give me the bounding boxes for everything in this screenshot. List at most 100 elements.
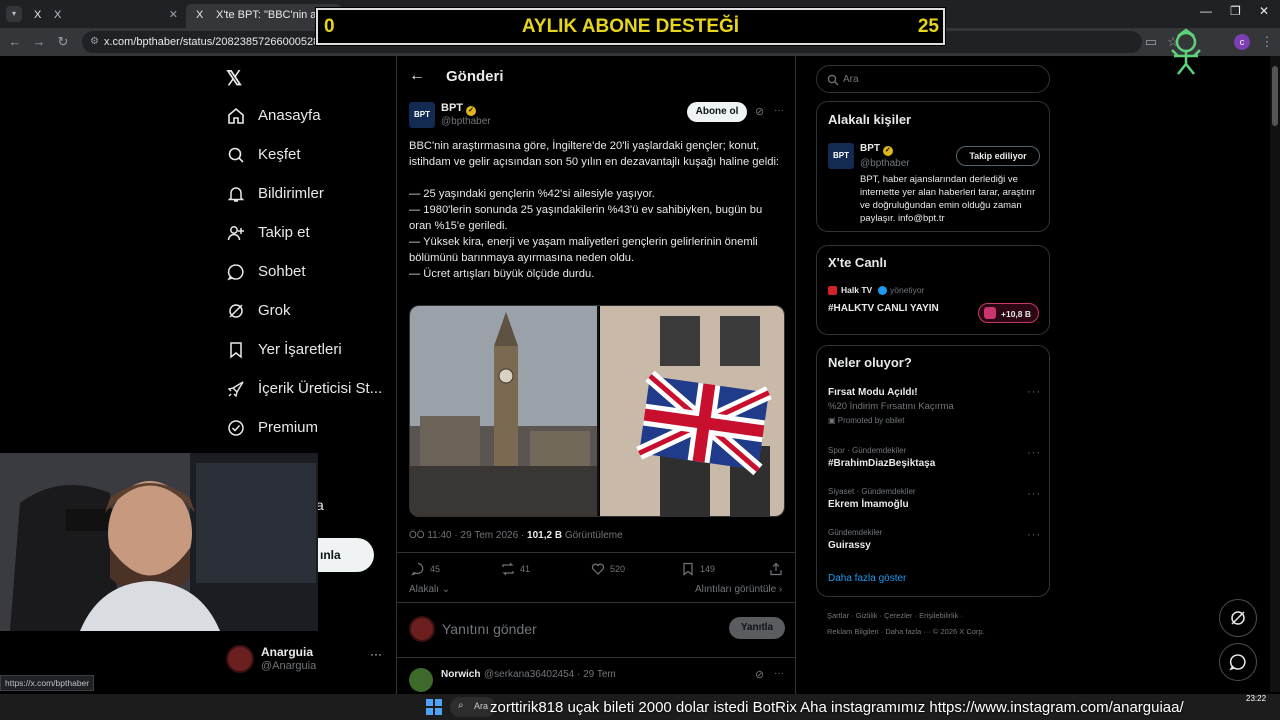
- subscribe-button[interactable]: Abone ol: [687, 102, 747, 122]
- search-icon: ⌕: [458, 700, 464, 711]
- grok-icon[interactable]: ⊘: [755, 668, 764, 681]
- tab-list-button[interactable]: ▾: [6, 6, 22, 22]
- post-paragraph: BBC'nin araştırmasına göre, İngiltere'de…: [409, 140, 780, 168]
- divider: [397, 602, 795, 603]
- post-timestamp: ÖÖ 11:40 · 29 Tem 2026 · 101,2 B Görüntü…: [409, 530, 623, 541]
- reply-button[interactable]: Yanıtla: [729, 617, 785, 639]
- nav-item-premium[interactable]: Premium: [226, 408, 386, 447]
- nav-item-chat[interactable]: Sohbet: [226, 252, 386, 291]
- reply-author[interactable]: Norwich: [441, 669, 480, 680]
- person-avatar[interactable]: BPT: [828, 143, 854, 169]
- post-image[interactable]: [409, 305, 785, 517]
- scrollbar-thumb[interactable]: [1272, 66, 1278, 126]
- more-icon[interactable]: ···: [1027, 488, 1041, 500]
- trend-item[interactable]: Fırsat Modu Açıldı! %20 İndirim Fırsatın…: [828, 387, 1038, 425]
- more-options-icon[interactable]: ···: [774, 105, 784, 116]
- browser-tab-x[interactable]: X X ✕: [24, 4, 184, 28]
- trends-card: Neler oluyor? Fırsat Modu Açıldı! %20 İn…: [816, 345, 1050, 597]
- more-icon[interactable]: ···: [370, 647, 382, 661]
- more-icon[interactable]: ···: [1027, 447, 1041, 459]
- live-card: X'te Canlı Halk TV yönetiyor #HALKTV CAN…: [816, 245, 1050, 335]
- goal-title: AYLIK ABONE DESTEĞİ: [521, 16, 740, 37]
- reload-icon[interactable]: ↻: [54, 33, 72, 51]
- share-icon[interactable]: [769, 562, 783, 576]
- like-count: 520: [610, 564, 626, 574]
- bookmark-icon: [226, 340, 246, 360]
- author-avatar[interactable]: BPT: [409, 102, 435, 128]
- grok-icon: [226, 301, 246, 321]
- back-arrow-icon[interactable]: ←: [409, 67, 425, 85]
- profile-avatar[interactable]: c: [1234, 34, 1250, 50]
- like-action[interactable]: 520: [591, 562, 625, 576]
- profile-name: Anarguia: [261, 645, 314, 659]
- forward-icon[interactable]: →: [30, 33, 48, 51]
- nav-item-creator-studio[interactable]: İçerik Üreticisi St...: [226, 369, 386, 408]
- grok-floating-button[interactable]: [1219, 599, 1257, 637]
- repost-action[interactable]: 41: [501, 562, 530, 576]
- cast-icon[interactable]: ▭: [1142, 33, 1160, 51]
- account-switcher[interactable]: Anarguia @Anarguia ···: [226, 643, 386, 675]
- tab-title: X: [54, 9, 62, 21]
- messages-floating-button[interactable]: [1219, 643, 1257, 681]
- photo-big-ben-and-flag: [410, 306, 784, 516]
- windows-start-icon[interactable]: [426, 699, 442, 715]
- show-more-link[interactable]: Daha fazla göster: [828, 573, 906, 584]
- more-icon[interactable]: ···: [1027, 386, 1041, 398]
- back-icon[interactable]: ←: [6, 33, 24, 51]
- nav-item-home[interactable]: Anasayfa: [226, 96, 386, 135]
- author-name[interactable]: BPT ✓: [441, 102, 477, 116]
- maximize-icon[interactable]: ❐: [1230, 4, 1241, 18]
- page-scrollbar[interactable]: [1270, 56, 1280, 692]
- nav-label: Keşfet: [258, 146, 301, 163]
- post-time[interactable]: ÖÖ 11:40 · 29 Tem 2026 ·: [409, 530, 527, 541]
- menu-icon[interactable]: ⋮: [1258, 33, 1276, 51]
- more-icon[interactable]: ···: [1027, 529, 1041, 541]
- view-quotes-link[interactable]: Alıntıları görüntüle ›: [695, 584, 782, 595]
- divider: [397, 552, 795, 553]
- live-title[interactable]: #HALKTV CANLI YAYIN: [828, 303, 939, 314]
- post-bullet: — Yüksek kira, enerji ve yaşam maliyetle…: [409, 236, 758, 264]
- reply-input[interactable]: Yanıtını gönder: [442, 621, 537, 637]
- live-host[interactable]: Halk TV: [841, 285, 872, 295]
- nav-item-grok[interactable]: Grok: [226, 291, 386, 330]
- following-button[interactable]: Takip ediliyor: [956, 146, 1040, 166]
- nav-item-explore[interactable]: Keşfet: [226, 135, 386, 174]
- footer-links[interactable]: Şartlar · Gizlilik · Çerezler · Erişileb…: [827, 611, 963, 620]
- live-listeners-badge[interactable]: +10,8 B: [978, 303, 1039, 323]
- avatar: [226, 645, 254, 673]
- live-role: yönetiyor: [890, 285, 925, 295]
- search-box[interactable]: Ara: [816, 65, 1050, 93]
- nav-item-bookmarks[interactable]: Yer İşaretleri: [226, 330, 386, 369]
- bookmark-action[interactable]: 149: [681, 562, 715, 576]
- close-window-icon[interactable]: ✕: [1259, 4, 1269, 18]
- grok-icon[interactable]: ⊘: [755, 105, 764, 118]
- trend-item[interactable]: Siyaset · Gündemdekiler Ekrem İmamoğlu: [828, 487, 1028, 510]
- nav-item-follow[interactable]: Takip et: [226, 213, 386, 252]
- relevance-sort[interactable]: Alakalı ⌄: [409, 584, 450, 595]
- footer-links[interactable]: Reklam Bilgileri · Daha fazla ··· © 2026…: [827, 627, 985, 636]
- card-title: X'te Canlı: [828, 255, 887, 270]
- site-info-icon[interactable]: ⚙: [90, 36, 99, 47]
- nav-item-notifications[interactable]: Bildirimler: [226, 174, 386, 213]
- close-icon[interactable]: ✕: [169, 8, 178, 21]
- nav-label: İçerik Üreticisi St...: [258, 380, 383, 397]
- x-logo-icon[interactable]: 𝕏: [226, 66, 242, 91]
- reply-avatar[interactable]: [409, 668, 433, 692]
- author-handle[interactable]: @bpthaber: [441, 116, 491, 127]
- trend-item[interactable]: Gündemdekiler Guirassy: [828, 528, 1028, 551]
- trend-item[interactable]: Spor · Gündemdekiler #BrahimDiazBeşiktaş…: [828, 446, 1028, 469]
- x-favicon-icon: X: [34, 9, 42, 21]
- clock[interactable]: 23:22: [1246, 694, 1266, 703]
- reply-handle[interactable]: @serkana36402454 · 29 Tem: [484, 669, 616, 680]
- minimize-icon[interactable]: —: [1200, 4, 1212, 18]
- chat-ticker: zorttirik818 uçak bileti 2000 dolar iste…: [490, 699, 1184, 716]
- main-column: ← Gönderi BPT BPT ✓ @bpthaber Abone ol ⊘…: [396, 56, 796, 720]
- person-name[interactable]: BPT ✓: [860, 143, 893, 156]
- chat-icon: [1229, 654, 1246, 671]
- reply-action[interactable]: 45: [411, 562, 440, 576]
- more-options-icon[interactable]: ···: [774, 668, 784, 679]
- divider: [397, 657, 795, 658]
- trend-title: Ekrem İmamoğlu: [828, 499, 909, 510]
- person-handle[interactable]: @bpthaber: [860, 158, 910, 169]
- bell-icon: [226, 184, 246, 204]
